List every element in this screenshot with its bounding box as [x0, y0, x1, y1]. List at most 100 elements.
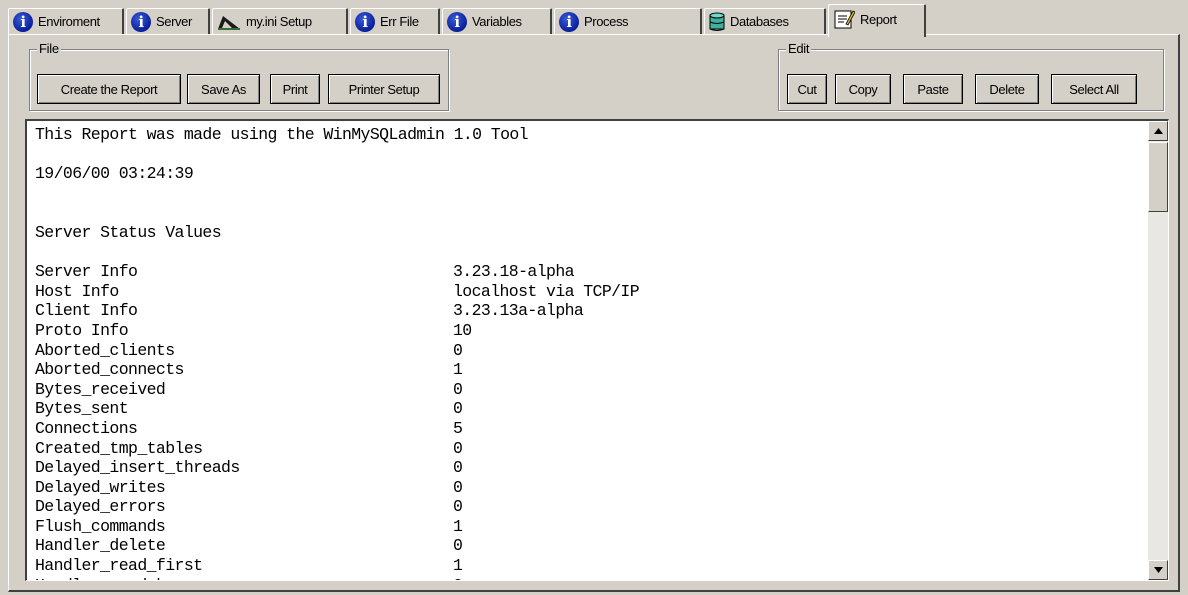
status-value: 1	[453, 360, 463, 380]
status-row: Aborted_connects 1	[35, 360, 1135, 380]
status-key: Bytes_sent	[35, 399, 129, 419]
status-value: 5	[453, 418, 463, 438]
status-key: Delayed_writes	[35, 477, 166, 497]
status-value: 0	[453, 477, 463, 497]
status-key: Proto Info	[35, 320, 129, 340]
status-value: 10	[453, 320, 472, 340]
tab-server[interactable]: i Server	[126, 8, 210, 34]
select-all-button[interactable]: Select All	[1051, 74, 1137, 104]
file-group-title: File	[37, 41, 61, 56]
tab-label: Enviroment	[38, 14, 100, 29]
status-key: Client Info	[35, 301, 138, 321]
copy-button[interactable]: Copy	[835, 74, 891, 104]
tab-label: Server	[156, 14, 192, 29]
info-icon: i	[355, 11, 375, 32]
status-key: Created_tmp_tables	[35, 438, 203, 458]
create-report-button[interactable]: Create the Report	[37, 74, 181, 104]
arrow-up-icon	[1153, 128, 1163, 134]
status-key: Host Info	[35, 281, 119, 301]
database-icon	[709, 12, 725, 31]
edit-groupbox: Edit Cut Copy Paste Delete Select All	[778, 41, 1164, 111]
status-row: Handler_delete 0	[35, 536, 1135, 556]
status-key: Delayed_insert_threads	[35, 458, 240, 478]
report-header: This Report was made using the WinMySQLa…	[35, 125, 529, 144]
status-values-list: Server Info 3.23.18-alpha Host Info localho…	[35, 262, 1135, 576]
print-button[interactable]: Print	[270, 74, 320, 104]
delete-button[interactable]: Delete	[975, 74, 1039, 104]
status-key: Flush_commands	[35, 516, 166, 536]
ruler-icon	[218, 15, 240, 30]
report-icon	[834, 10, 855, 29]
status-row: Server Info 3.23.18-alpha	[35, 262, 1135, 282]
info-icon: i	[447, 11, 467, 32]
tab-variables[interactable]: i Variables	[442, 8, 552, 34]
status-row: Proto Info 10	[35, 321, 1135, 341]
status-row: Delayed_errors 0	[35, 497, 1135, 517]
report-content: This Report was made using the WinMySQLa…	[35, 125, 1135, 580]
report-textarea[interactable]: This Report was made using the WinMySQLa…	[25, 119, 1169, 581]
status-row: Delayed_insert_threads 0	[35, 458, 1135, 478]
save-as-button[interactable]: Save As	[187, 74, 260, 104]
status-row: Host Info localhost via TCP/IP	[35, 282, 1135, 302]
status-row: Bytes_sent 0	[35, 399, 1135, 419]
status-row: Client Info 3.23.13a-alpha	[35, 301, 1135, 321]
tab-label: my.ini Setup	[246, 14, 312, 29]
file-groupbox: File Create the Report Save As Print Pri…	[29, 41, 449, 111]
status-row: Created_tmp_tables 0	[35, 439, 1135, 459]
vertical-scrollbar[interactable]	[1148, 121, 1168, 580]
status-row: Handler_read_first 1	[35, 556, 1135, 576]
status-value: 3.23.13a-alpha	[453, 301, 584, 321]
status-value: 0	[453, 536, 463, 556]
status-row: Aborted_clients 0	[35, 341, 1135, 361]
status-value: 0	[453, 438, 463, 458]
report-page: File Create the Report Save As Print Pri…	[8, 34, 1180, 592]
status-key: Aborted_clients	[35, 340, 175, 360]
status-value: 0	[453, 379, 463, 399]
status-row: Flush_commands 1	[35, 517, 1135, 537]
edit-group-title: Edit	[786, 41, 812, 56]
tab-databases[interactable]: Databases	[704, 8, 826, 34]
status-value: 3.23.18-alpha	[453, 262, 575, 282]
status-key: Aborted_connects	[35, 360, 184, 380]
status-key: Bytes_received	[35, 379, 166, 399]
report-truncated-row: Handler_read_key0	[35, 576, 1135, 580]
status-value: localhost via TCP/IP	[453, 281, 640, 301]
status-key: Handler_delete	[35, 536, 166, 556]
tab-my-ini-setup[interactable]: my.ini Setup	[212, 8, 348, 34]
arrow-down-icon	[1153, 567, 1163, 573]
cut-button[interactable]: Cut	[787, 74, 827, 104]
info-icon: i	[13, 11, 33, 32]
status-row: Bytes_received 0	[35, 380, 1135, 400]
tab-label: Databases	[730, 14, 789, 29]
status-key: Connections	[35, 418, 138, 438]
status-row: Connections 5	[35, 419, 1135, 439]
status-row: Delayed_writes 0	[35, 478, 1135, 498]
status-value: 0	[453, 497, 463, 517]
scroll-up-button[interactable]	[1148, 121, 1168, 141]
tab-label: Err File	[380, 14, 419, 29]
tab-report[interactable]: Report	[828, 4, 926, 37]
status-value: 0	[453, 399, 463, 419]
status-value: 0	[453, 458, 463, 478]
status-key: Server Info	[35, 262, 138, 282]
tab-label: Variables	[472, 14, 522, 29]
paste-button[interactable]: Paste	[903, 74, 963, 104]
status-value: 1	[453, 556, 463, 576]
status-value: 0	[453, 340, 463, 360]
info-icon: i	[559, 11, 579, 32]
scroll-thumb[interactable]	[1148, 142, 1168, 212]
scroll-down-button[interactable]	[1148, 560, 1168, 580]
report-section-title: Server Status Values	[35, 222, 222, 242]
tab-label: Report	[860, 11, 897, 27]
status-key: Handler_read_first	[35, 556, 203, 576]
printer-setup-button[interactable]: Printer Setup	[328, 74, 440, 104]
tab-strip: i Enviroment i Server my.ini Setup i Err…	[8, 2, 1180, 37]
tab-enviroment[interactable]: i Enviroment	[8, 8, 124, 34]
report-timestamp: 19/06/00 03:24:39	[35, 164, 194, 184]
tab-process[interactable]: i Process	[554, 8, 702, 34]
tab-label: Process	[584, 14, 629, 29]
status-value: 1	[453, 516, 463, 536]
info-icon: i	[131, 11, 151, 32]
tab-err-file[interactable]: i Err File	[350, 8, 440, 34]
status-key: Delayed_errors	[35, 497, 166, 517]
